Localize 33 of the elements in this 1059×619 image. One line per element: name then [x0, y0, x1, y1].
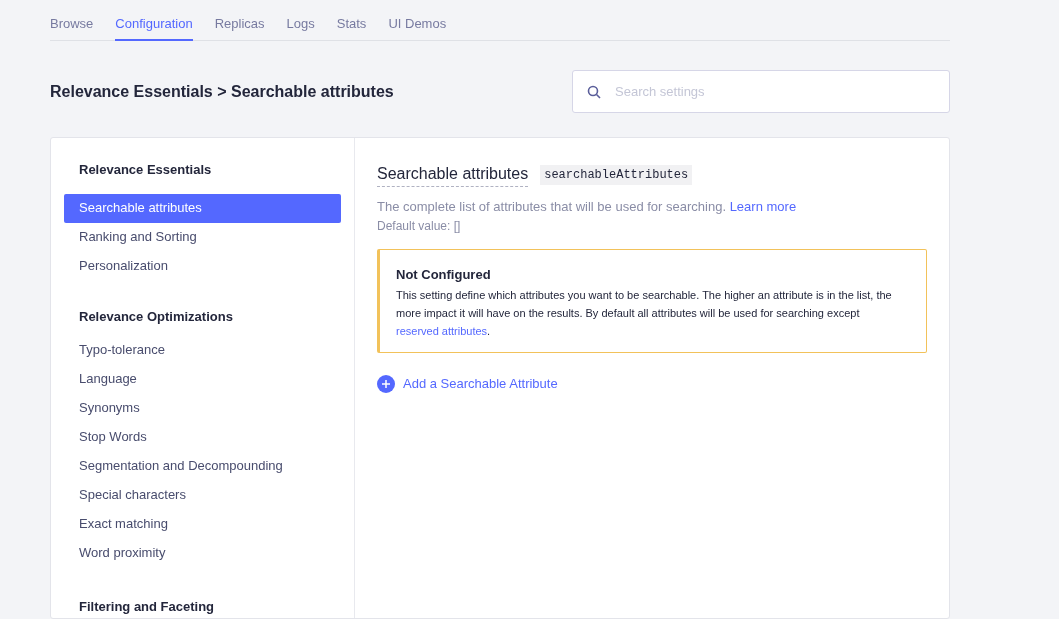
- setting-description: The complete list of attributes that will be used for searching. Learn more: [377, 198, 798, 216]
- sidebar-item[interactable]: Typo-tolerance: [64, 335, 341, 364]
- sidebar-item[interactable]: Personalization: [64, 251, 341, 281]
- setting-key: searchableAttributes: [540, 164, 693, 185]
- nav-tab[interactable]: Stats: [336, 0, 367, 41]
- sidebar-item[interactable]: Special characters: [64, 480, 341, 509]
- notice-text: This setting define which attributes you want to be searchable. The higher an attribute is in the list, the more impact it will have on the results. By default all attributes will be used for searching except reserved attributes.: [396, 288, 893, 339]
- search-field[interactable]: Search settings: [572, 70, 950, 113]
- sidebar-item[interactable]: Exact matching: [64, 509, 341, 538]
- sidebar-item[interactable]: Language: [64, 364, 341, 393]
- sidebar-item[interactable]: Segmentation and Decompounding: [64, 451, 341, 480]
- sidebar-heading: Filtering and Faceting: [78, 598, 216, 616]
- search-input[interactable]: Search settings: [615, 81, 935, 102]
- nav-tab[interactable]: Configuration: [115, 0, 193, 41]
- nav-tab[interactable]: Browse: [50, 0, 94, 41]
- plus-icon: [377, 374, 395, 393]
- sidebar-item[interactable]: Stop Words: [64, 422, 341, 451]
- sidebar-item[interactable]: Searchable attributes: [64, 193, 341, 223]
- learn-more-link[interactable]: Learn more: [729, 199, 797, 214]
- page-breadcrumb: Relevance Essentials > Searchable attributes: [50, 81, 394, 102]
- nav-tab[interactable]: UI Demos: [388, 0, 447, 41]
- setting-title: Searchable attributes: [377, 162, 529, 187]
- sidebar-item[interactable]: Synonyms: [64, 393, 341, 422]
- sidebar-item[interactable]: Word proximity: [64, 538, 341, 567]
- nav-tab[interactable]: Replicas: [214, 0, 265, 41]
- search-icon: [587, 84, 601, 99]
- add-attribute-button[interactable]: Add a Searchable Attribute: [377, 374, 558, 394]
- default-value: Default value: []: [377, 217, 462, 235]
- notice-title: Not Configured: [396, 265, 492, 284]
- sidebar-heading: Relevance Essentials: [78, 161, 213, 179]
- nav-tab[interactable]: Logs: [286, 0, 315, 41]
- sidebar-heading: Relevance Optimizations: [78, 307, 234, 326]
- sidebar-item[interactable]: Ranking and Sorting: [64, 222, 341, 252]
